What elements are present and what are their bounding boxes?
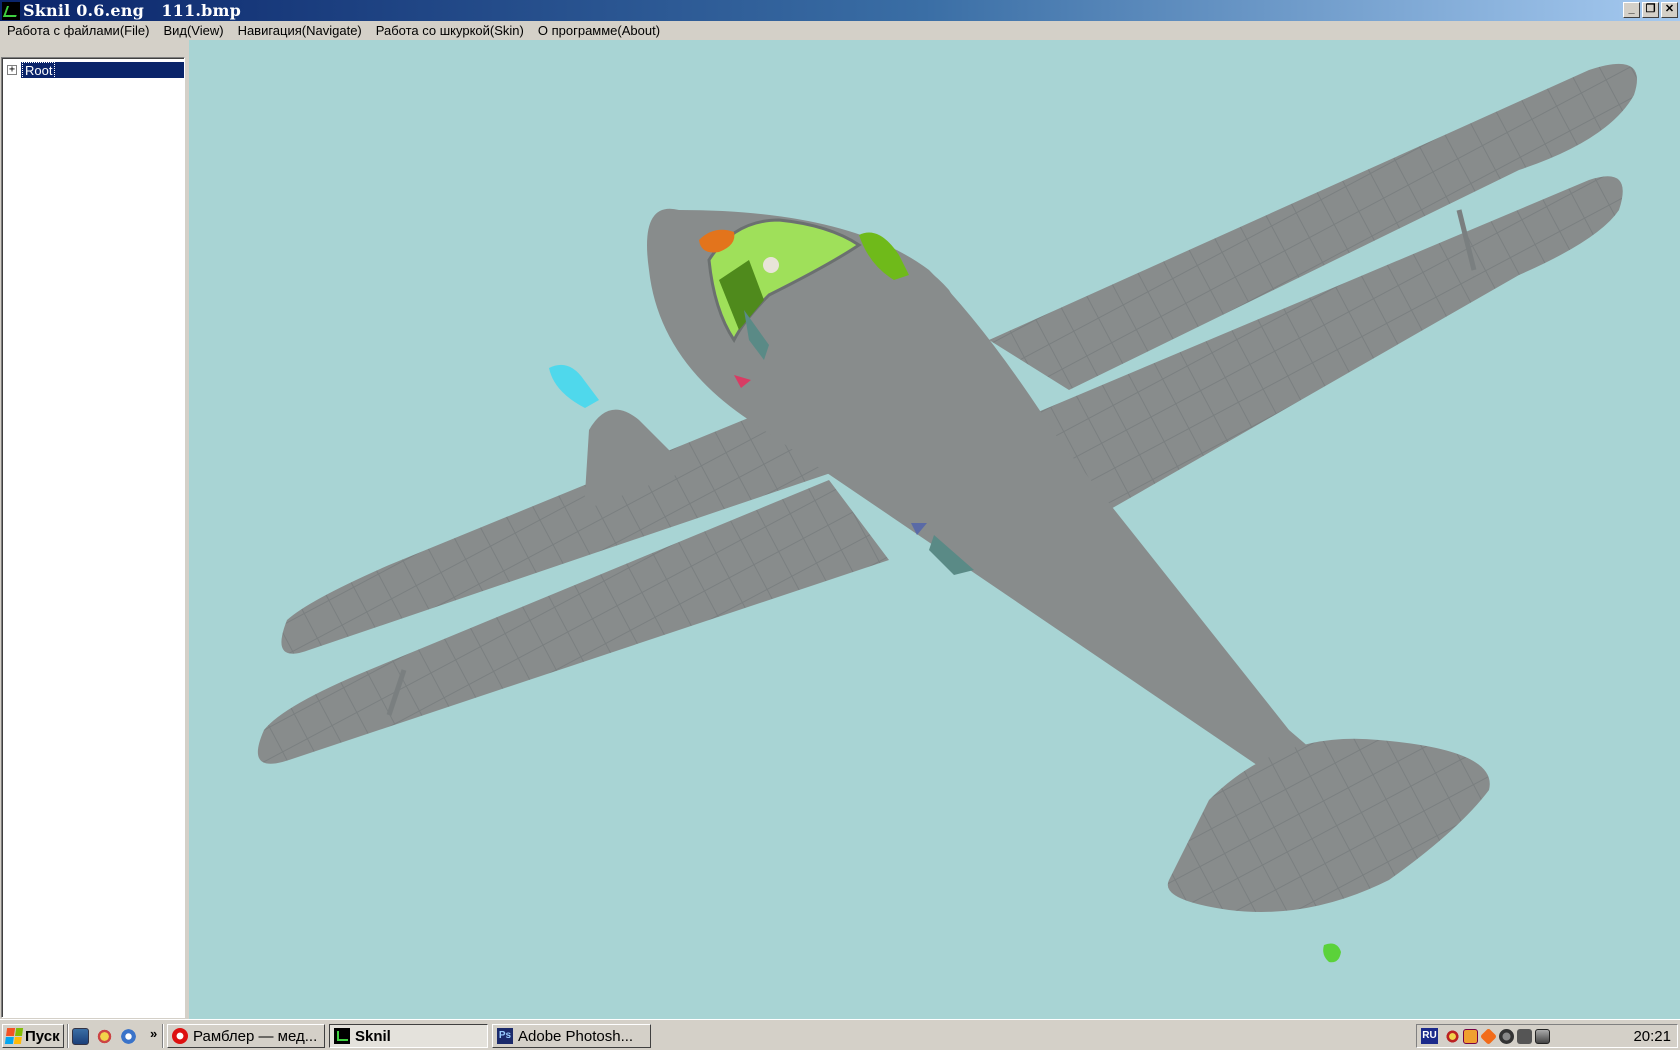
show-desktop-icon[interactable] [72,1028,89,1045]
restore-button[interactable]: ❐ [1642,2,1659,18]
menu-about[interactable]: О программе(About) [531,23,667,38]
task-label: Sknil [355,1027,391,1045]
language-indicator[interactable]: RU [1421,1028,1438,1044]
minimize-button[interactable]: _ [1623,2,1640,18]
browser-tray-icon[interactable] [1445,1029,1460,1044]
system-tray: RU 20:21 [1416,1024,1678,1048]
tree-node-label[interactable]: Root [21,61,56,79]
task-button-opera[interactable]: Рамблер — мед... [167,1024,325,1048]
title-bar[interactable]: Sknil 0.6.eng 111.bmp _ ❐ ✕ [0,0,1680,21]
3d-viewport[interactable] [189,40,1680,1019]
taskbar: Пуск » Рамблер — мед... Sknil Ps Adobe P… [0,1019,1680,1050]
start-button[interactable]: Пуск [2,1024,64,1048]
clock[interactable]: 20:21 [1633,1028,1671,1045]
expand-icon[interactable]: + [7,65,17,75]
menu-skin[interactable]: Работа со шкуркой(Skin) [369,23,531,38]
menu-navigate[interactable]: Навигация(Navigate) [231,23,369,38]
aircraft-model-render [257,63,1637,963]
task-label: Adobe Photosh... [518,1027,634,1045]
network-tray-icon[interactable] [1535,1029,1550,1044]
steam-tray-icon[interactable] [1499,1029,1514,1044]
windows-logo-icon [4,1028,24,1044]
avast-tray-icon[interactable] [1480,1028,1497,1045]
pilot-head [763,257,779,273]
sknil-icon [334,1028,350,1044]
task-button-sknil[interactable]: Sknil [329,1024,488,1048]
start-label: Пуск [25,1027,60,1045]
opera-icon [172,1028,188,1044]
window-controls: _ ❐ ✕ [1623,2,1678,18]
left-spinner [549,364,599,408]
app-tray-icon[interactable] [1463,1029,1478,1044]
window-title: Sknil 0.6.eng 111.bmp [23,1,241,20]
menu-view[interactable]: Вид(View) [156,23,230,38]
task-label: Рамблер — мед... [193,1027,318,1045]
tree-node-selection[interactable]: Root [21,61,184,79]
close-button[interactable]: ✕ [1661,2,1678,18]
tree-node-root[interactable]: + Root [7,61,184,79]
media-player-icon[interactable] [120,1028,137,1045]
quicklaunch-more-icon[interactable]: » [150,1026,157,1041]
taskbar-separator [67,1024,69,1048]
tail-wheel [1323,943,1341,963]
volume-tray-icon[interactable] [1517,1029,1532,1044]
menu-bar: Работа с файлами(File) Вид(View) Навигац… [0,21,1680,40]
taskbar-separator [162,1024,164,1048]
menu-file[interactable]: Работа с файлами(File) [0,23,156,38]
horizontal-stabilizer [1167,738,1490,912]
task-button-photoshop[interactable]: Ps Adobe Photosh... [492,1024,651,1048]
browser-quicklaunch-icon[interactable] [96,1028,113,1045]
photoshop-icon: Ps [497,1028,513,1044]
app-icon[interactable] [2,1,20,20]
tree-panel[interactable]: + Root [1,57,185,1018]
